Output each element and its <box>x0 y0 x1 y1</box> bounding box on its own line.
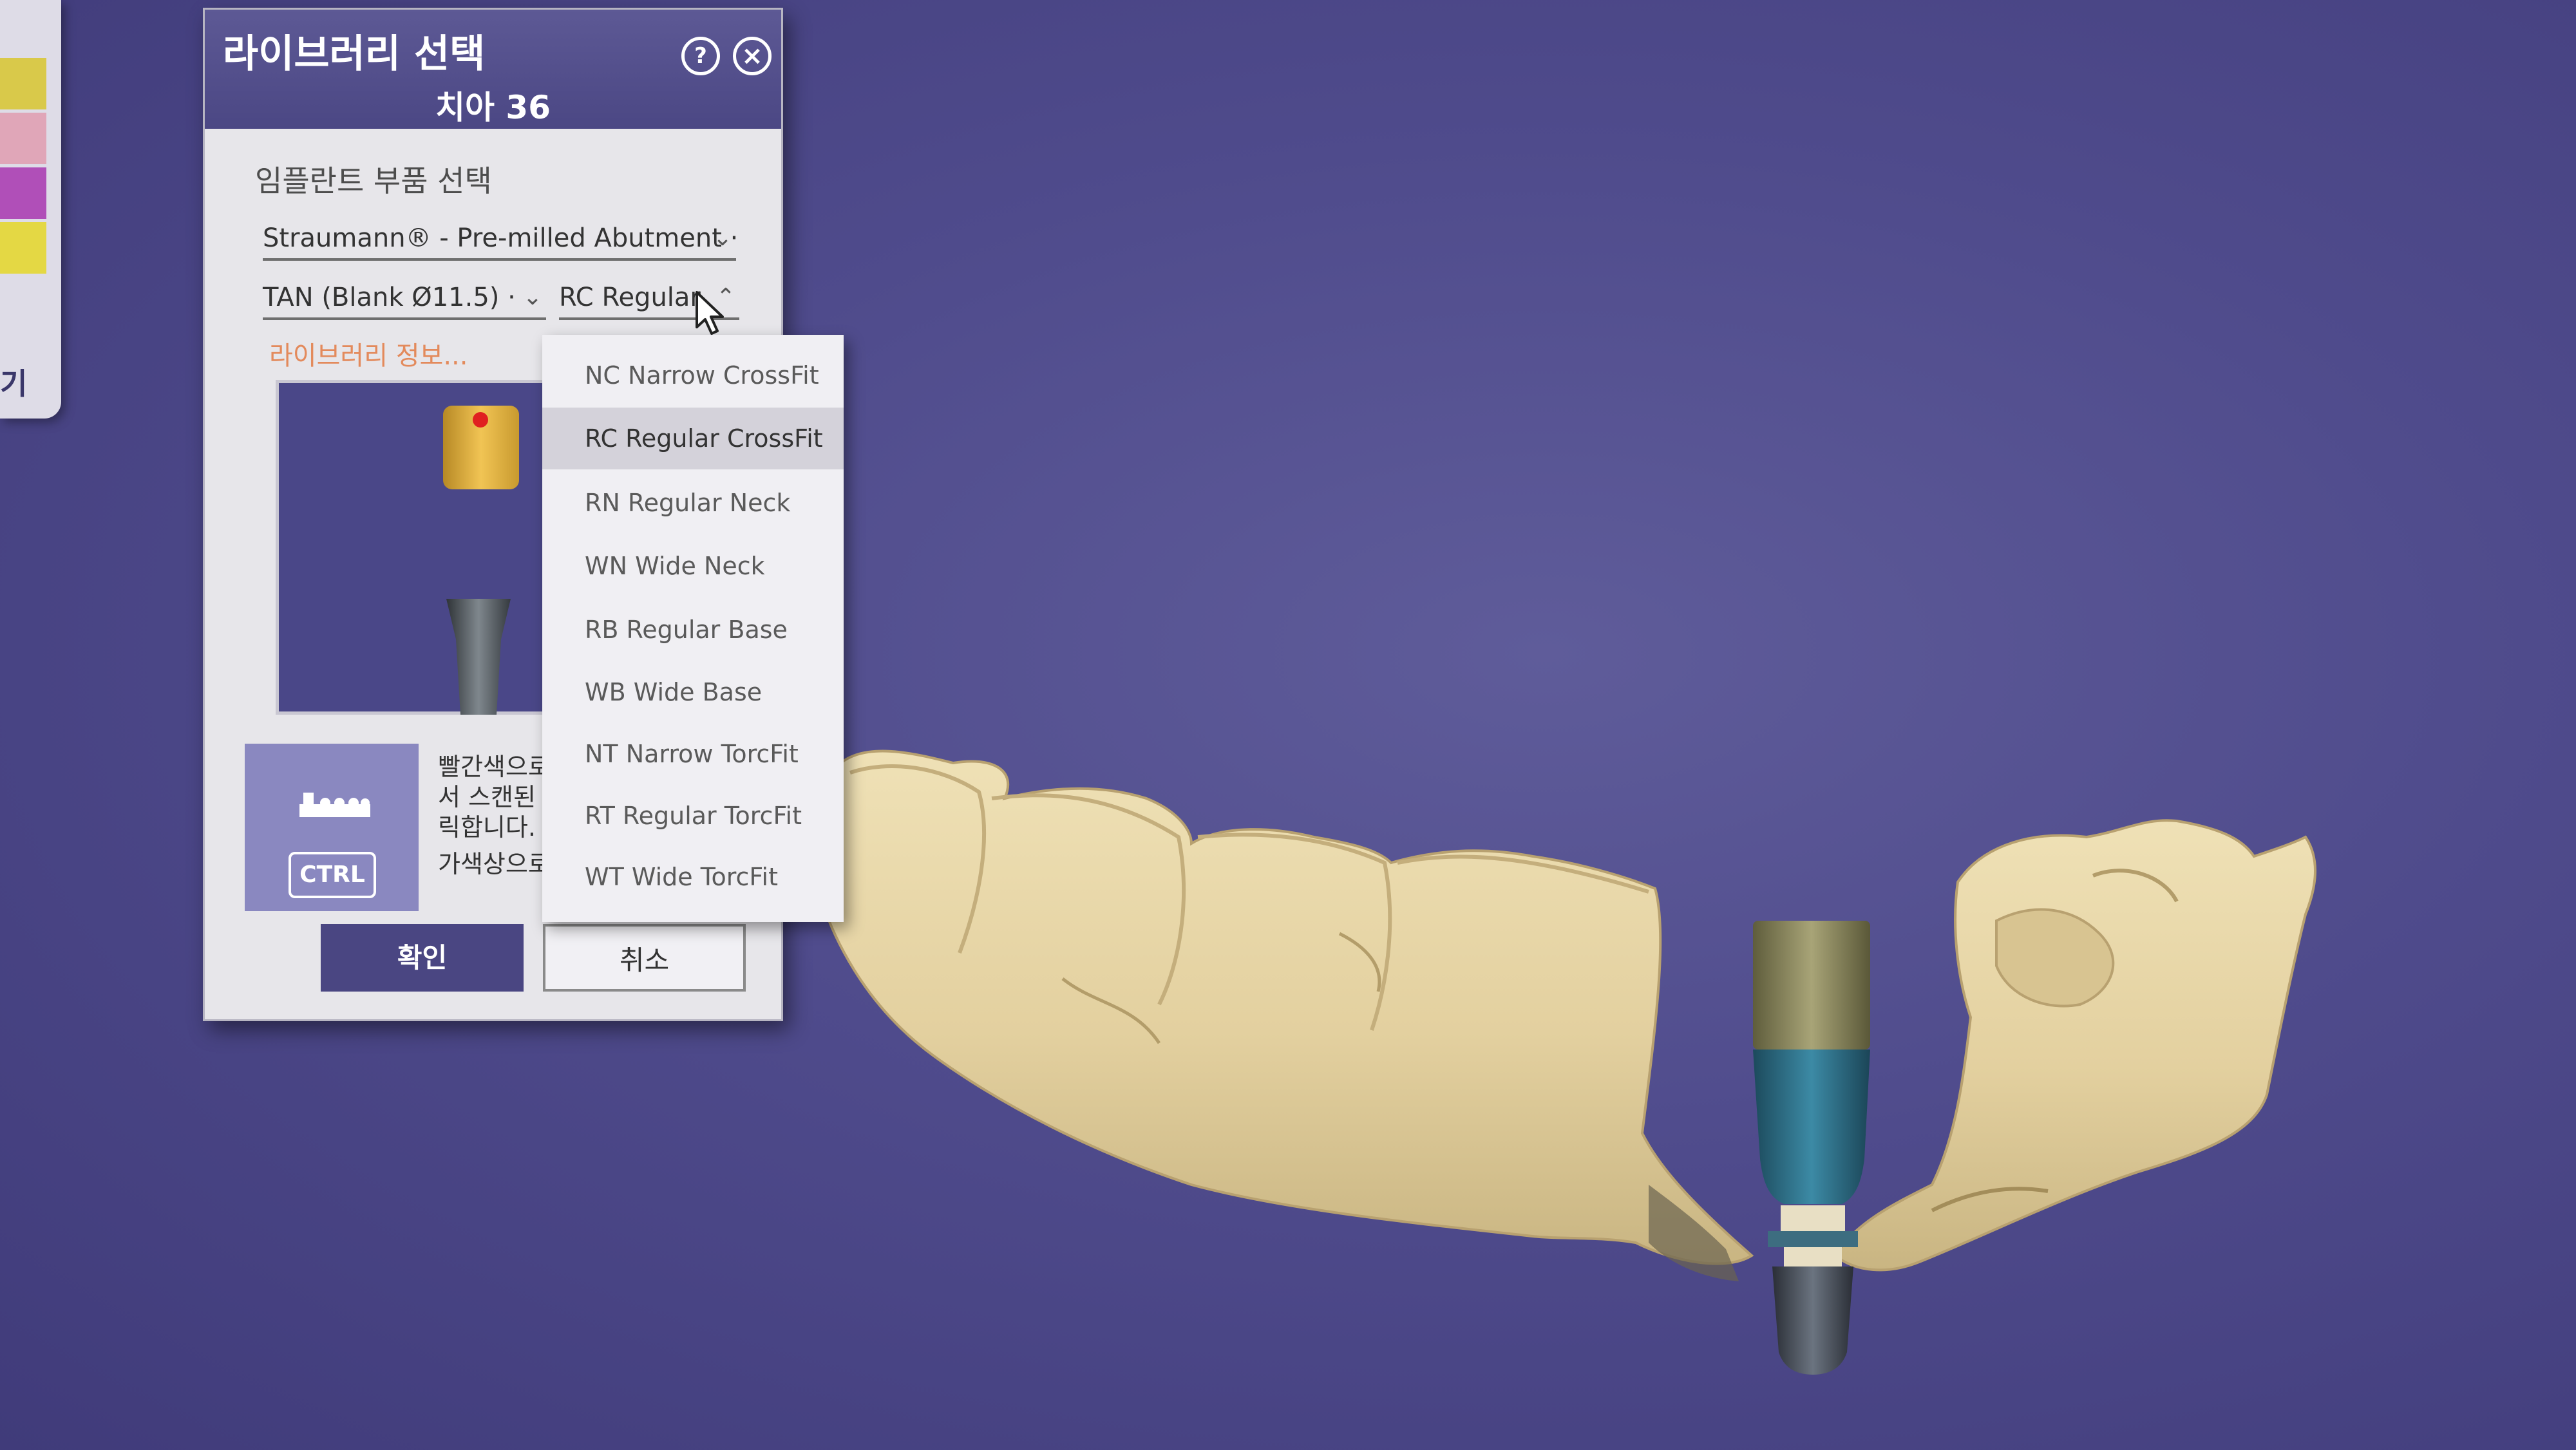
connection-select-value: RC Regular <box>559 283 701 312</box>
dropdown-item-wt-wide-torcfit[interactable]: WT Wide TorcFit <box>542 846 844 908</box>
implant-interface-image <box>446 599 511 715</box>
dropdown-item-rc-regular-crossfit[interactable]: RC Regular CrossFit <box>542 408 844 469</box>
connection-dropdown-list: NC Narrow CrossFit RC Regular CrossFit R… <box>542 335 844 922</box>
dropdown-item-rn-regular-neck[interactable]: RN Regular Neck <box>542 472 844 534</box>
implant-abutment[interactable] <box>1753 921 1870 1375</box>
ctrl-key-badge: CTRL <box>289 852 376 898</box>
dialog-title: 라이브러리 선택 <box>223 32 486 77</box>
question-icon[interactable]: ? <box>681 37 720 75</box>
color-swatch-pink[interactable] <box>0 113 46 164</box>
side-toolbar: 기 <box>0 0 61 419</box>
ok-button[interactable]: 확인 <box>321 924 524 992</box>
dropdown-item-nt-narrow-torcfit[interactable]: NT Narrow TorcFit <box>542 723 844 785</box>
dropdown-item-rt-regular-torcfit[interactable]: RT Regular TorcFit <box>542 785 844 847</box>
dialog-subtitle: 치아 36 <box>435 89 551 126</box>
close-icon[interactable]: × <box>733 37 772 75</box>
abutment-blank-image <box>443 406 519 489</box>
dropdown-item-rb-regular-base[interactable]: RB Regular Base <box>542 599 844 661</box>
hint-text-line-3: 릭합니다. <box>438 813 536 842</box>
dental-model-right <box>1833 819 2316 1272</box>
side-toolbar-label: 기 <box>0 366 28 401</box>
material-select-value: TAN (Blank Ø11.5) · <box>263 283 516 312</box>
implant-parts-label: 임플란트 부품 선택 <box>255 164 492 198</box>
color-swatch-yellow[interactable] <box>0 58 46 109</box>
manufacturer-select-value: Straumann® - Pre-milled Abutment · <box>263 223 739 253</box>
dropdown-item-wn-wide-neck[interactable]: WN Wide Neck <box>542 535 844 597</box>
dental-model-left <box>813 749 1754 1281</box>
manufacturer-select[interactable]: Straumann® - Pre-milled Abutment · ⌄ <box>263 216 739 261</box>
chevron-down-icon: ⌄ <box>522 284 542 310</box>
library-info-link[interactable]: 라이브러리 정보... <box>269 335 468 372</box>
ctrl-hint-panel: CTRL <box>245 744 419 911</box>
color-swatch-yellow-2[interactable] <box>0 222 46 274</box>
dialog-header: 라이브러리 선택 치아 36 ? × <box>205 10 781 129</box>
cancel-button[interactable]: 취소 <box>543 924 746 992</box>
red-marker <box>473 412 488 428</box>
material-select[interactable]: TAN (Blank Ø11.5) · ⌄ <box>263 275 546 320</box>
teeth-icon <box>299 793 370 817</box>
dropdown-item-nc-narrow-crossfit[interactable]: NC Narrow CrossFit <box>542 344 844 406</box>
color-swatch-purple[interactable] <box>0 167 46 219</box>
hint-text-line-4: 가색상으로 <box>438 850 551 878</box>
dropdown-item-wb-wide-base[interactable]: WB Wide Base <box>542 661 844 723</box>
part-preview <box>276 380 565 715</box>
chevron-down-icon: ⌄ <box>712 225 732 251</box>
mouse-cursor-icon <box>696 291 724 335</box>
